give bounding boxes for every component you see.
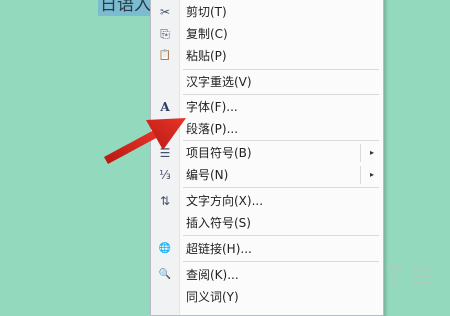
numbering-icon: ⅓	[159, 168, 171, 182]
menu-item-bullets[interactable]: ☰ 项目符号(B) ▸	[151, 142, 383, 164]
menu-item-copy[interactable]: ⎘ 复制(C)	[151, 23, 383, 45]
hyperlink-icon: 🌐	[158, 243, 172, 254]
menu-item-research[interactable]: 🔍 查阅(K)...	[151, 264, 383, 286]
menu-separator	[183, 140, 379, 141]
menu-item-label: 粘贴(P)	[186, 49, 227, 63]
menu-item-insert-symbol[interactable]: 插入符号(S)	[151, 212, 383, 234]
menu-item-label: 超链接(H)...	[186, 242, 252, 256]
menu-item-label: 文字方向(X)...	[186, 194, 264, 208]
menu-item-text-direction[interactable]: ⇅ 文字方向(X)...	[151, 190, 383, 212]
menu-item-font[interactable]: A 字体(F)...	[151, 96, 383, 118]
menu-separator	[183, 69, 379, 70]
menu-item-hyperlink[interactable]: 🌐 超链接(H)...	[151, 238, 383, 260]
submenu-arrow-icon[interactable]: ▸	[360, 144, 383, 162]
menu-item-label: 项目符号(B)	[186, 146, 252, 160]
text-direction-icon: ⇅	[159, 194, 171, 208]
menu-item-label: 字体(F)...	[186, 100, 238, 114]
bullets-icon: ☰	[159, 146, 171, 160]
menu-item-label: 段落(P)...	[186, 122, 239, 136]
research-icon: 🔍	[158, 269, 172, 280]
menu-separator	[183, 235, 379, 236]
menu-item-paragraph[interactable]: ≡ 段落(P)...	[151, 118, 383, 140]
menu-item-label: 汉字重选(V)	[186, 75, 252, 89]
paragraph-icon: ≡	[159, 122, 171, 136]
menu-separator	[183, 261, 379, 262]
menu-item-label: 同义词(Y)	[186, 290, 239, 304]
menu-item-reselect-hanzi[interactable]: 汉字重选(V)	[151, 71, 383, 93]
context-menu: ✂ 剪切(T) ⎘ 复制(C) 📋 粘贴(P) 汉字重选(V) A 字体(F).…	[150, 0, 384, 316]
menu-item-numbering[interactable]: ⅓ 编号(N) ▸	[151, 164, 383, 186]
menu-item-label: 复制(C)	[186, 27, 228, 41]
menu-item-label: 插入符号(S)	[186, 216, 251, 230]
menu-item-label: 编号(N)	[186, 168, 229, 182]
menu-item-label: 剪切(T)	[186, 5, 227, 19]
selected-document-text[interactable]: 日语入	[98, 0, 156, 16]
font-icon: A	[160, 100, 170, 114]
copy-icon: ⎘	[160, 27, 170, 41]
watermark	[387, 265, 432, 286]
menu-item-label: 查阅(K)...	[186, 268, 239, 282]
menu-item-cut[interactable]: ✂ 剪切(T)	[151, 1, 383, 23]
menu-item-paste[interactable]: 📋 粘贴(P)	[151, 45, 383, 67]
menu-separator	[183, 187, 379, 188]
menu-item-synonyms[interactable]: 同义词(Y)	[151, 286, 383, 308]
menu-separator	[183, 94, 379, 95]
paste-icon: 📋	[158, 50, 172, 61]
submenu-arrow-icon[interactable]: ▸	[360, 166, 383, 184]
scissors-icon: ✂	[159, 5, 171, 19]
